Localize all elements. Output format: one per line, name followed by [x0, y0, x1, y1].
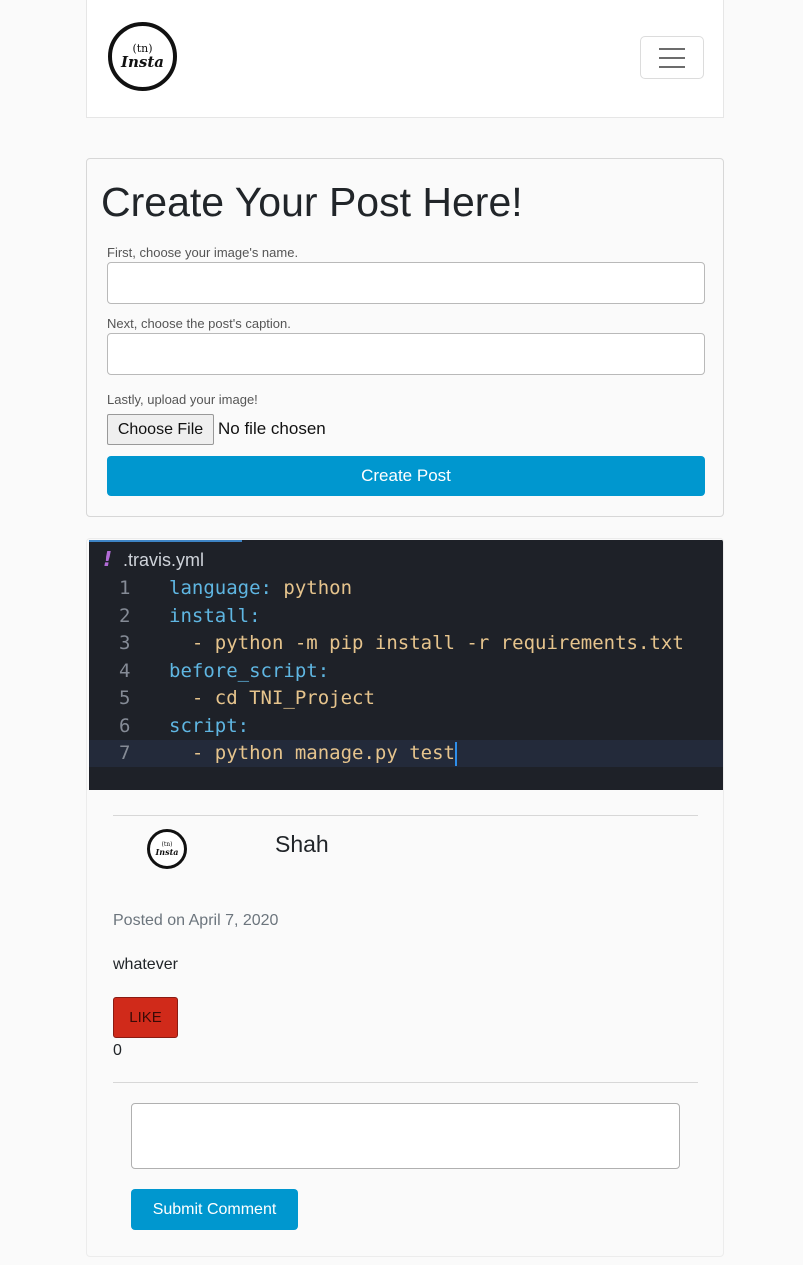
code-token: script: — [169, 714, 250, 737]
code-line: 1 language: python — [89, 575, 723, 602]
post-card: ! .travis.yml 1 language: python 2 install:… — [86, 538, 724, 1257]
code-token: language: — [169, 577, 272, 599]
editor-tab: ! .travis.yml — [89, 540, 242, 574]
avatar: (tn) Insta — [147, 829, 187, 869]
code-text: script: — [169, 713, 249, 740]
file-status-text: No file chosen — [218, 419, 326, 438]
image-name-label: First, choose your image's name. — [107, 245, 299, 260]
post-image: ! .travis.yml 1 language: python 2 install:… — [89, 540, 723, 790]
upload-label: Lastly, upload your image! — [107, 392, 258, 407]
code-token: - python -m pip install -r requirements.… — [169, 632, 684, 654]
code-text: - python manage.py test — [169, 740, 457, 767]
code-line: 5 - cd TNI_Project — [89, 685, 723, 712]
caption-label: Next, choose the post's caption. — [107, 316, 291, 331]
logo-insta-text: Insta — [120, 53, 164, 71]
hamburger-icon-bar — [659, 65, 685, 68]
submit-comment-button[interactable]: Submit Comment — [131, 1189, 298, 1230]
code-line: 7 - python manage.py test — [89, 740, 723, 767]
navbar: (tn) Insta — [86, 0, 724, 118]
choose-file-button[interactable]: Choose File — [107, 414, 214, 445]
code-line: 3 - python -m pip install -r requirement… — [89, 630, 723, 657]
like-button[interactable]: LIKE — [113, 997, 178, 1038]
code-line: 6 script: — [89, 713, 723, 740]
code-line: 2 install: — [89, 603, 723, 630]
code-token: - python manage.py test — [169, 742, 455, 764]
image-name-input[interactable] — [107, 262, 705, 304]
line-number: 6 — [119, 714, 131, 737]
hamburger-icon-bar — [659, 47, 685, 50]
line-number: 2 — [119, 604, 131, 627]
text-cursor — [454, 741, 457, 766]
line-number: 7 — [119, 742, 131, 764]
caption-input[interactable] — [107, 333, 705, 375]
post-divider-top — [113, 815, 698, 816]
line-number: 1 — [119, 577, 131, 599]
post-caption: whatever — [113, 956, 178, 973]
yaml-file-icon: ! — [103, 547, 113, 571]
line-number: 3 — [119, 632, 131, 654]
create-post-title: Create Your Post Here! — [101, 179, 523, 225]
line-number: 5 — [119, 687, 131, 709]
code-token: before_script: — [169, 659, 330, 682]
comment-textarea[interactable] — [131, 1103, 680, 1169]
hamburger-menu-button[interactable] — [640, 36, 704, 79]
code-token: python — [271, 577, 353, 599]
code-token: install: — [169, 604, 261, 627]
post-date: Posted on April 7, 2020 — [113, 912, 279, 929]
code-line: 4 before_script: — [89, 658, 723, 685]
post-divider-bottom — [113, 1082, 698, 1083]
create-post-button[interactable]: Create Post — [107, 456, 705, 496]
avatar-insta-text: Insta — [155, 846, 179, 857]
code-token: - cd TNI_Project — [169, 687, 375, 709]
code-text: install: — [169, 603, 261, 630]
insta-logo[interactable]: (tn) Insta — [108, 22, 177, 91]
code-text: language: python — [169, 575, 352, 602]
line-number: 4 — [119, 659, 131, 682]
editor-tab-name: .travis.yml — [123, 550, 204, 570]
post-author: Shah — [275, 831, 329, 857]
like-count: 0 — [113, 1042, 122, 1059]
code-text: - cd TNI_Project — [169, 685, 375, 712]
create-post-card: Create Your Post Here! First, choose you… — [86, 158, 724, 517]
code-text: before_script: — [169, 658, 329, 685]
code-text: - python -m pip install -r requirements.… — [169, 630, 684, 657]
hamburger-icon-bar — [659, 56, 685, 59]
